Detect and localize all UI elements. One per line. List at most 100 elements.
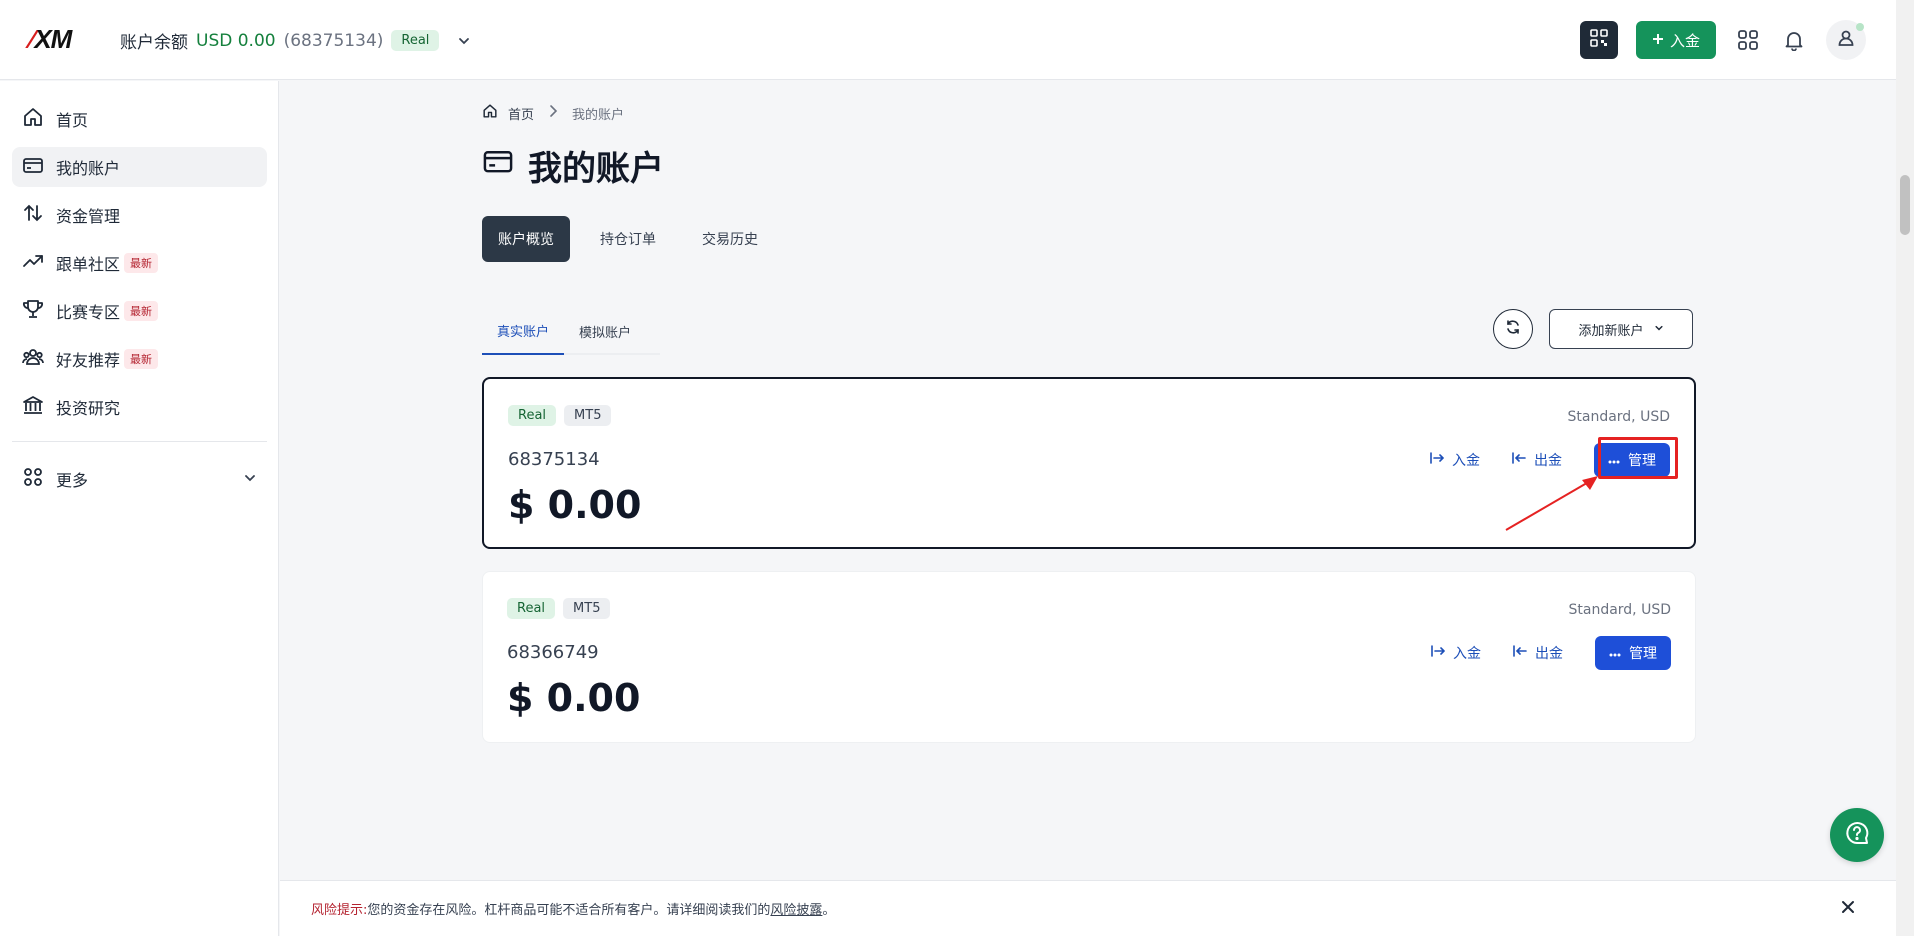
- account-balance: $ 0.00: [508, 483, 642, 527]
- sidebar-item-label: 投资研究: [56, 399, 121, 418]
- manage-label: 管理: [1629, 646, 1657, 662]
- sidebar-item-label: 我的账户: [56, 159, 121, 178]
- chevron-down-icon: [243, 470, 257, 489]
- page-scrollbar[interactable]: [1896, 0, 1914, 936]
- account-currency-type: Standard, USD: [1567, 409, 1670, 425]
- sidebar-item-research[interactable]: 投资研究: [12, 387, 267, 427]
- platform-badge: MT5: [564, 405, 612, 426]
- account-card[interactable]: Real MT5 Standard, USD 68366749 $ 0.00 入…: [482, 571, 1696, 743]
- status-dot: [1856, 23, 1864, 31]
- sidebar-item-home[interactable]: 首页: [12, 99, 267, 139]
- wallet-icon: [22, 154, 44, 180]
- risk-label: 风险提示:: [311, 903, 368, 918]
- balance-amount: USD 0.00: [196, 30, 276, 51]
- tab-account-overview[interactable]: 账户概览: [482, 216, 570, 262]
- user-avatar-button[interactable]: [1826, 20, 1866, 60]
- deposit-button[interactable]: 入金: [1635, 21, 1716, 59]
- tab-open-positions[interactable]: 持仓订单: [584, 216, 672, 262]
- withdraw-arrow-icon: [1513, 644, 1527, 662]
- scrollbar-thumb[interactable]: [1900, 175, 1910, 235]
- deposit-arrow-icon: [1430, 451, 1445, 469]
- home-icon: [22, 106, 44, 132]
- sidebar-item-label: 首页: [56, 111, 89, 130]
- bank-icon: [22, 394, 44, 420]
- sidebar-item-label: 跟单社区: [56, 255, 121, 274]
- sidebar-item-label: 资金管理: [56, 207, 121, 226]
- sidebar-item-copy-trading[interactable]: 跟单社区 最新: [12, 243, 267, 283]
- account-number: 68375134: [508, 449, 600, 470]
- balance-account-number: (68375134): [283, 30, 384, 51]
- view-tabs: 账户概览 持仓订单 交易历史: [482, 216, 774, 262]
- account-balance-summary[interactable]: 账户余额 USD 0.00 (68375134) Real: [120, 28, 475, 53]
- sidebar-item-more[interactable]: 更多: [12, 459, 267, 499]
- grid-icon: [22, 466, 44, 492]
- page-title: 我的账户: [482, 141, 664, 190]
- withdraw-link[interactable]: 出金: [1513, 643, 1563, 663]
- sidebar-item-referrals[interactable]: 好友推荐 最新: [12, 339, 267, 379]
- risk-text-end: 。: [822, 903, 836, 918]
- deposit-button-label: 入金: [1669, 31, 1700, 50]
- transfer-icon: [22, 202, 44, 228]
- help-button[interactable]: [1830, 808, 1884, 862]
- deposit-arrow-icon: [1431, 644, 1446, 662]
- risk-warning-bar: 风险提示: 您的资金存在风险。杠杆商品可能不适合所有客户。请详细阅读我们的 风险…: [280, 880, 1896, 936]
- deposit-label: 入金: [1452, 453, 1480, 469]
- manage-button[interactable]: 管理: [1595, 636, 1671, 670]
- account-number: 68366749: [507, 642, 599, 663]
- withdraw-arrow-icon: [1512, 451, 1526, 469]
- bell-icon[interactable]: [1780, 26, 1808, 54]
- sidebar-item-label: 比赛专区: [56, 303, 121, 322]
- deposit-link[interactable]: 入金: [1430, 450, 1480, 470]
- breadcrumb-home[interactable]: 首页: [508, 104, 534, 123]
- sidebar-item-funds[interactable]: 资金管理: [12, 195, 267, 235]
- sidebar-item-label: 好友推荐: [56, 351, 121, 370]
- account-type-badge: Real: [391, 30, 440, 51]
- add-account-button[interactable]: 添加新账户: [1549, 309, 1693, 349]
- new-badge: 最新: [124, 349, 159, 369]
- sidebar-item-my-accounts[interactable]: 我的账户: [12, 147, 267, 187]
- sidebar-item-label: 更多: [56, 471, 89, 490]
- apps-grid-icon[interactable]: [1734, 26, 1762, 54]
- main-content: 首页 我的账户 我的账户 账户概览 持仓订单 交易历史 真实账户 模拟账户 添加…: [280, 81, 1896, 880]
- refresh-button[interactable]: [1493, 309, 1533, 349]
- trend-up-icon: [22, 250, 44, 276]
- sidebar-item-competitions[interactable]: 比赛专区 最新: [12, 291, 267, 331]
- deposit-label: 入金: [1453, 646, 1481, 662]
- qr-code-button[interactable]: [1579, 21, 1618, 59]
- account-balance: $ 0.00: [507, 676, 641, 720]
- plus-icon: [1652, 31, 1664, 49]
- account-currency-type: Standard, USD: [1568, 602, 1671, 618]
- tab-real-accounts[interactable]: 真实账户: [482, 307, 565, 355]
- deposit-link[interactable]: 入金: [1431, 643, 1481, 663]
- platform-badge: MT5: [563, 598, 611, 619]
- sidebar-divider: [12, 441, 267, 442]
- risk-disclosure-link[interactable]: 风险披露: [770, 899, 822, 918]
- home-icon[interactable]: [482, 103, 498, 123]
- add-account-label: 添加新账户: [1578, 323, 1644, 339]
- risk-text: 您的资金存在风险。杠杆商品可能不适合所有客户。请详细阅读我们的: [367, 903, 771, 918]
- sidebar: 首页 我的账户 资金管理 跟单社区 最新 比赛专区 最新 好友推荐 最新 投资研…: [0, 81, 279, 936]
- chevron-down-icon[interactable]: [453, 30, 475, 52]
- tab-trade-history[interactable]: 交易历史: [686, 216, 774, 262]
- balance-label: 账户余额: [120, 33, 188, 53]
- annotation-arrow-icon: [1505, 476, 1598, 531]
- account-type-tabs: 真实账户 模拟账户: [482, 307, 660, 355]
- withdraw-link[interactable]: 出金: [1512, 450, 1562, 470]
- breadcrumb: 首页 我的账户: [482, 103, 624, 123]
- qr-code-icon: [1590, 29, 1608, 51]
- user-icon: [1836, 28, 1856, 52]
- withdraw-label: 出金: [1535, 646, 1563, 662]
- top-bar: ⁄XM 账户余额 USD 0.00 (68375134) Real 入金: [0, 0, 1896, 80]
- breadcrumb-current: 我的账户: [572, 107, 625, 123]
- more-dots-icon: [1608, 452, 1620, 468]
- account-type-badge: Real: [508, 405, 557, 426]
- more-dots-icon: [1609, 645, 1621, 661]
- tab-demo-accounts[interactable]: 模拟账户: [564, 307, 646, 355]
- withdraw-label: 出金: [1534, 453, 1562, 469]
- close-icon[interactable]: [1840, 899, 1856, 919]
- account-type-badge: Real: [507, 598, 556, 619]
- new-badge: 最新: [124, 253, 159, 273]
- manage-label: 管理: [1628, 453, 1656, 469]
- xm-logo[interactable]: ⁄XM: [30, 24, 72, 55]
- wallet-icon: [482, 145, 514, 186]
